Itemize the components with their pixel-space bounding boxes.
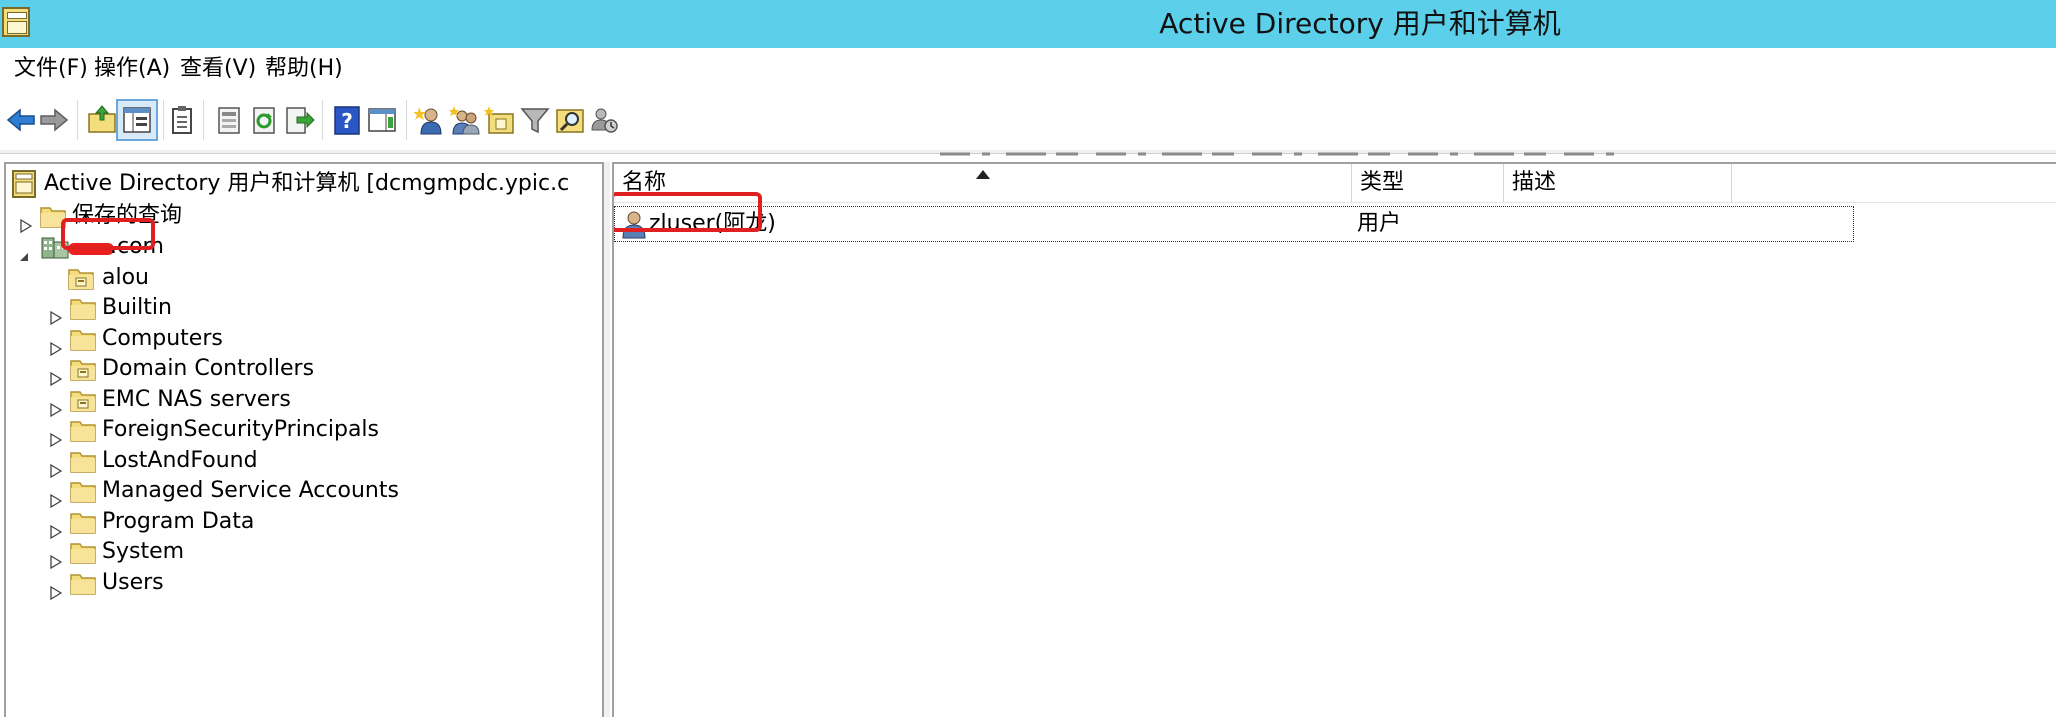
expand-arrow-icon[interactable] [50, 362, 63, 387]
menu-action[interactable]: 操作(A) [92, 48, 172, 90]
tree-root-label: Active Directory 用户和计算机 [dcmgmpdc.ypic.c [44, 171, 570, 196]
expand-arrow-icon[interactable] [50, 484, 63, 509]
folder-icon [70, 509, 96, 535]
expand-arrow-icon[interactable] [50, 576, 63, 601]
folder-icon [70, 570, 96, 596]
collapse-arrow-icon[interactable] [18, 240, 30, 261]
highlight-box-zluser [614, 192, 762, 232]
ou-icon [70, 356, 96, 382]
details-list[interactable]: 名称 类型 描述 zluser(阿龙) 用户 [612, 162, 2056, 717]
app-icon[interactable] [2, 7, 30, 37]
folder-icon [70, 417, 96, 443]
new-group-icon[interactable] [449, 104, 481, 136]
highlight-box-alou [61, 218, 155, 250]
table-row[interactable]: zluser(阿龙) 用户 [614, 206, 1854, 242]
svg-text:?: ? [341, 109, 353, 133]
toolbar: ? [0, 90, 2056, 150]
toolbar-separator [322, 100, 324, 140]
properties-icon[interactable] [213, 104, 245, 136]
expand-arrow-icon[interactable] [50, 423, 63, 448]
header-divider [614, 202, 2056, 203]
ou-icon [70, 387, 96, 413]
expand-arrow-icon[interactable] [20, 209, 33, 234]
menu-view[interactable]: 查看(V) [178, 48, 258, 90]
expand-arrow-icon[interactable] [50, 301, 63, 326]
folder-icon [70, 295, 96, 321]
folder-icon [70, 539, 96, 565]
pane-splitter[interactable] [604, 162, 610, 717]
toolbar-separator [77, 100, 79, 140]
menu-help[interactable]: 帮助(H) [263, 48, 345, 90]
help-icon[interactable]: ? [331, 104, 363, 136]
tree-item-label: Users [102, 570, 164, 595]
forward-icon[interactable] [38, 104, 70, 136]
delegate-icon[interactable] [589, 104, 621, 136]
residual-header-strip [940, 152, 1620, 156]
expand-arrow-icon[interactable] [50, 393, 63, 418]
expand-arrow-icon[interactable] [50, 515, 63, 540]
find-icon[interactable] [554, 104, 586, 136]
tree-root[interactable]: Active Directory 用户和计算机 [dcmgmpdc.ypic.c [6, 166, 602, 202]
new-user-icon[interactable] [414, 104, 446, 136]
export-list-icon[interactable] [283, 104, 315, 136]
column-header-description[interactable]: 描述 [1504, 164, 1732, 202]
tree-item-users[interactable]: Users [6, 565, 602, 601]
window-title: Active Directory 用户和计算机 [1159, 7, 1561, 40]
folder-icon [70, 448, 96, 474]
expand-arrow-icon[interactable] [50, 332, 63, 357]
expand-arrow-icon[interactable] [50, 454, 63, 479]
new-ou-icon[interactable] [484, 104, 516, 136]
menu-file[interactable]: 文件(F) [12, 48, 90, 90]
folder-icon [70, 326, 96, 352]
show-hide-console-tree-icon[interactable] [121, 104, 153, 136]
console-tree[interactable]: Active Directory 用户和计算机 [dcmgmpdc.ypic.c… [4, 162, 604, 717]
toolbar-separator [163, 100, 165, 140]
folder-icon [70, 478, 96, 504]
toolbar-separator [203, 100, 205, 140]
filter-icon[interactable] [519, 104, 551, 136]
column-header-type[interactable]: 类型 [1352, 164, 1504, 202]
action-pane-icon[interactable] [366, 104, 398, 136]
title-bar: Active Directory 用户和计算机 [0, 0, 2056, 48]
console-root-icon [12, 170, 36, 198]
ou-icon [68, 265, 94, 291]
refresh-icon[interactable] [248, 104, 280, 136]
clipboard-icon[interactable] [166, 104, 198, 136]
cell-type: 用户 [1357, 211, 1402, 236]
menu-bar: 文件(F) 操作(A) 查看(V) 帮助(H) [0, 48, 2056, 90]
back-icon[interactable] [5, 104, 37, 136]
up-folder-icon[interactable] [86, 104, 118, 136]
toolbar-separator [406, 100, 408, 140]
expand-arrow-icon[interactable] [50, 545, 63, 570]
sort-ascending-icon [976, 170, 990, 179]
